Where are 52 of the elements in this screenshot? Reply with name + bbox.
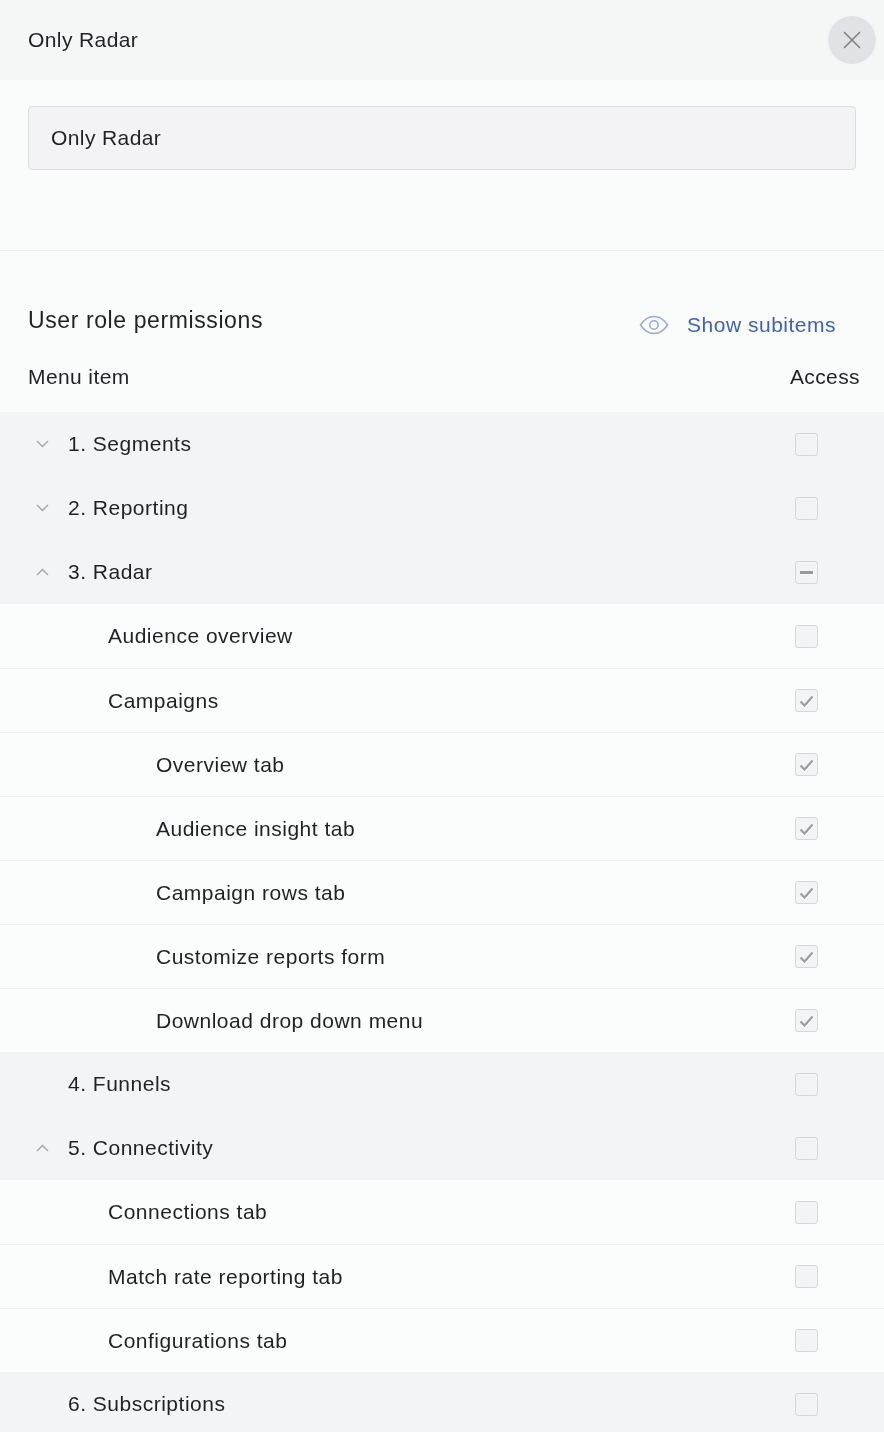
checkbox[interactable] (795, 624, 818, 648)
close-button[interactable] (828, 16, 876, 64)
checkbox[interactable] (795, 945, 818, 968)
menu-item-label: 6. Subscriptions (68, 1391, 226, 1418)
checkbox[interactable] (795, 560, 818, 584)
checkbox[interactable] (795, 1136, 818, 1160)
checkmark-icon (799, 694, 814, 707)
checkbox[interactable] (795, 1329, 818, 1352)
checkbox[interactable] (795, 1072, 818, 1096)
menu-item-label: Customize reports form (156, 943, 386, 970)
show-subitems-link[interactable]: Show subitems (639, 309, 836, 341)
column-header: Menu item (28, 363, 130, 390)
section-heading: User role permissions (28, 305, 263, 335)
menu-item-label: Configurations tab (108, 1327, 288, 1354)
checkmark-icon (799, 758, 814, 771)
menu-item-label: Campaign rows tab (156, 879, 346, 906)
menu-item-label: 2. Reporting (68, 495, 189, 522)
dialog-title: Only Radar (28, 27, 139, 54)
chevron-down-icon[interactable] (36, 504, 49, 512)
chevron-up-icon[interactable] (36, 568, 49, 576)
checkbox[interactable] (795, 753, 818, 776)
checkbox[interactable] (795, 1265, 818, 1288)
menu-item-label: Overview tab (156, 751, 285, 778)
checkbox[interactable] (795, 432, 818, 456)
menu-item-label: 5. Connectivity (68, 1135, 214, 1162)
checkmark-icon (799, 886, 814, 899)
checkbox[interactable] (795, 817, 818, 840)
menu-item-label: Download drop down menu (156, 1007, 424, 1034)
checkbox[interactable] (795, 1009, 818, 1032)
role-name-field[interactable]: Only Radar (28, 106, 856, 170)
checkmark-icon (799, 950, 814, 963)
menu-item-label: Match rate reporting tab (108, 1263, 343, 1290)
checkmark-icon (799, 1014, 814, 1027)
chevron-up-icon[interactable] (36, 1144, 49, 1152)
eye-icon (639, 315, 670, 335)
checkmark-icon (799, 822, 814, 835)
menu-item-label: Audience insight tab (156, 815, 356, 842)
column-header: Access (789, 363, 860, 390)
close-icon (843, 31, 861, 49)
menu-item-label: Audience overview (108, 623, 293, 650)
checkbox[interactable] (795, 881, 818, 904)
dash-icon (800, 570, 813, 574)
menu-item-label: 4. Funnels (68, 1071, 172, 1098)
checkbox[interactable] (795, 1392, 818, 1416)
checkbox[interactable] (795, 496, 818, 520)
menu-item-label: 1. Segments (68, 431, 192, 458)
chevron-down-icon[interactable] (36, 440, 49, 448)
menu-item-label: Campaigns (108, 687, 219, 714)
checkbox[interactable] (795, 1200, 818, 1224)
checkbox[interactable] (795, 689, 818, 712)
menu-item-label: Connections tab (108, 1199, 268, 1226)
menu-item-label: 3. Radar (68, 559, 153, 586)
